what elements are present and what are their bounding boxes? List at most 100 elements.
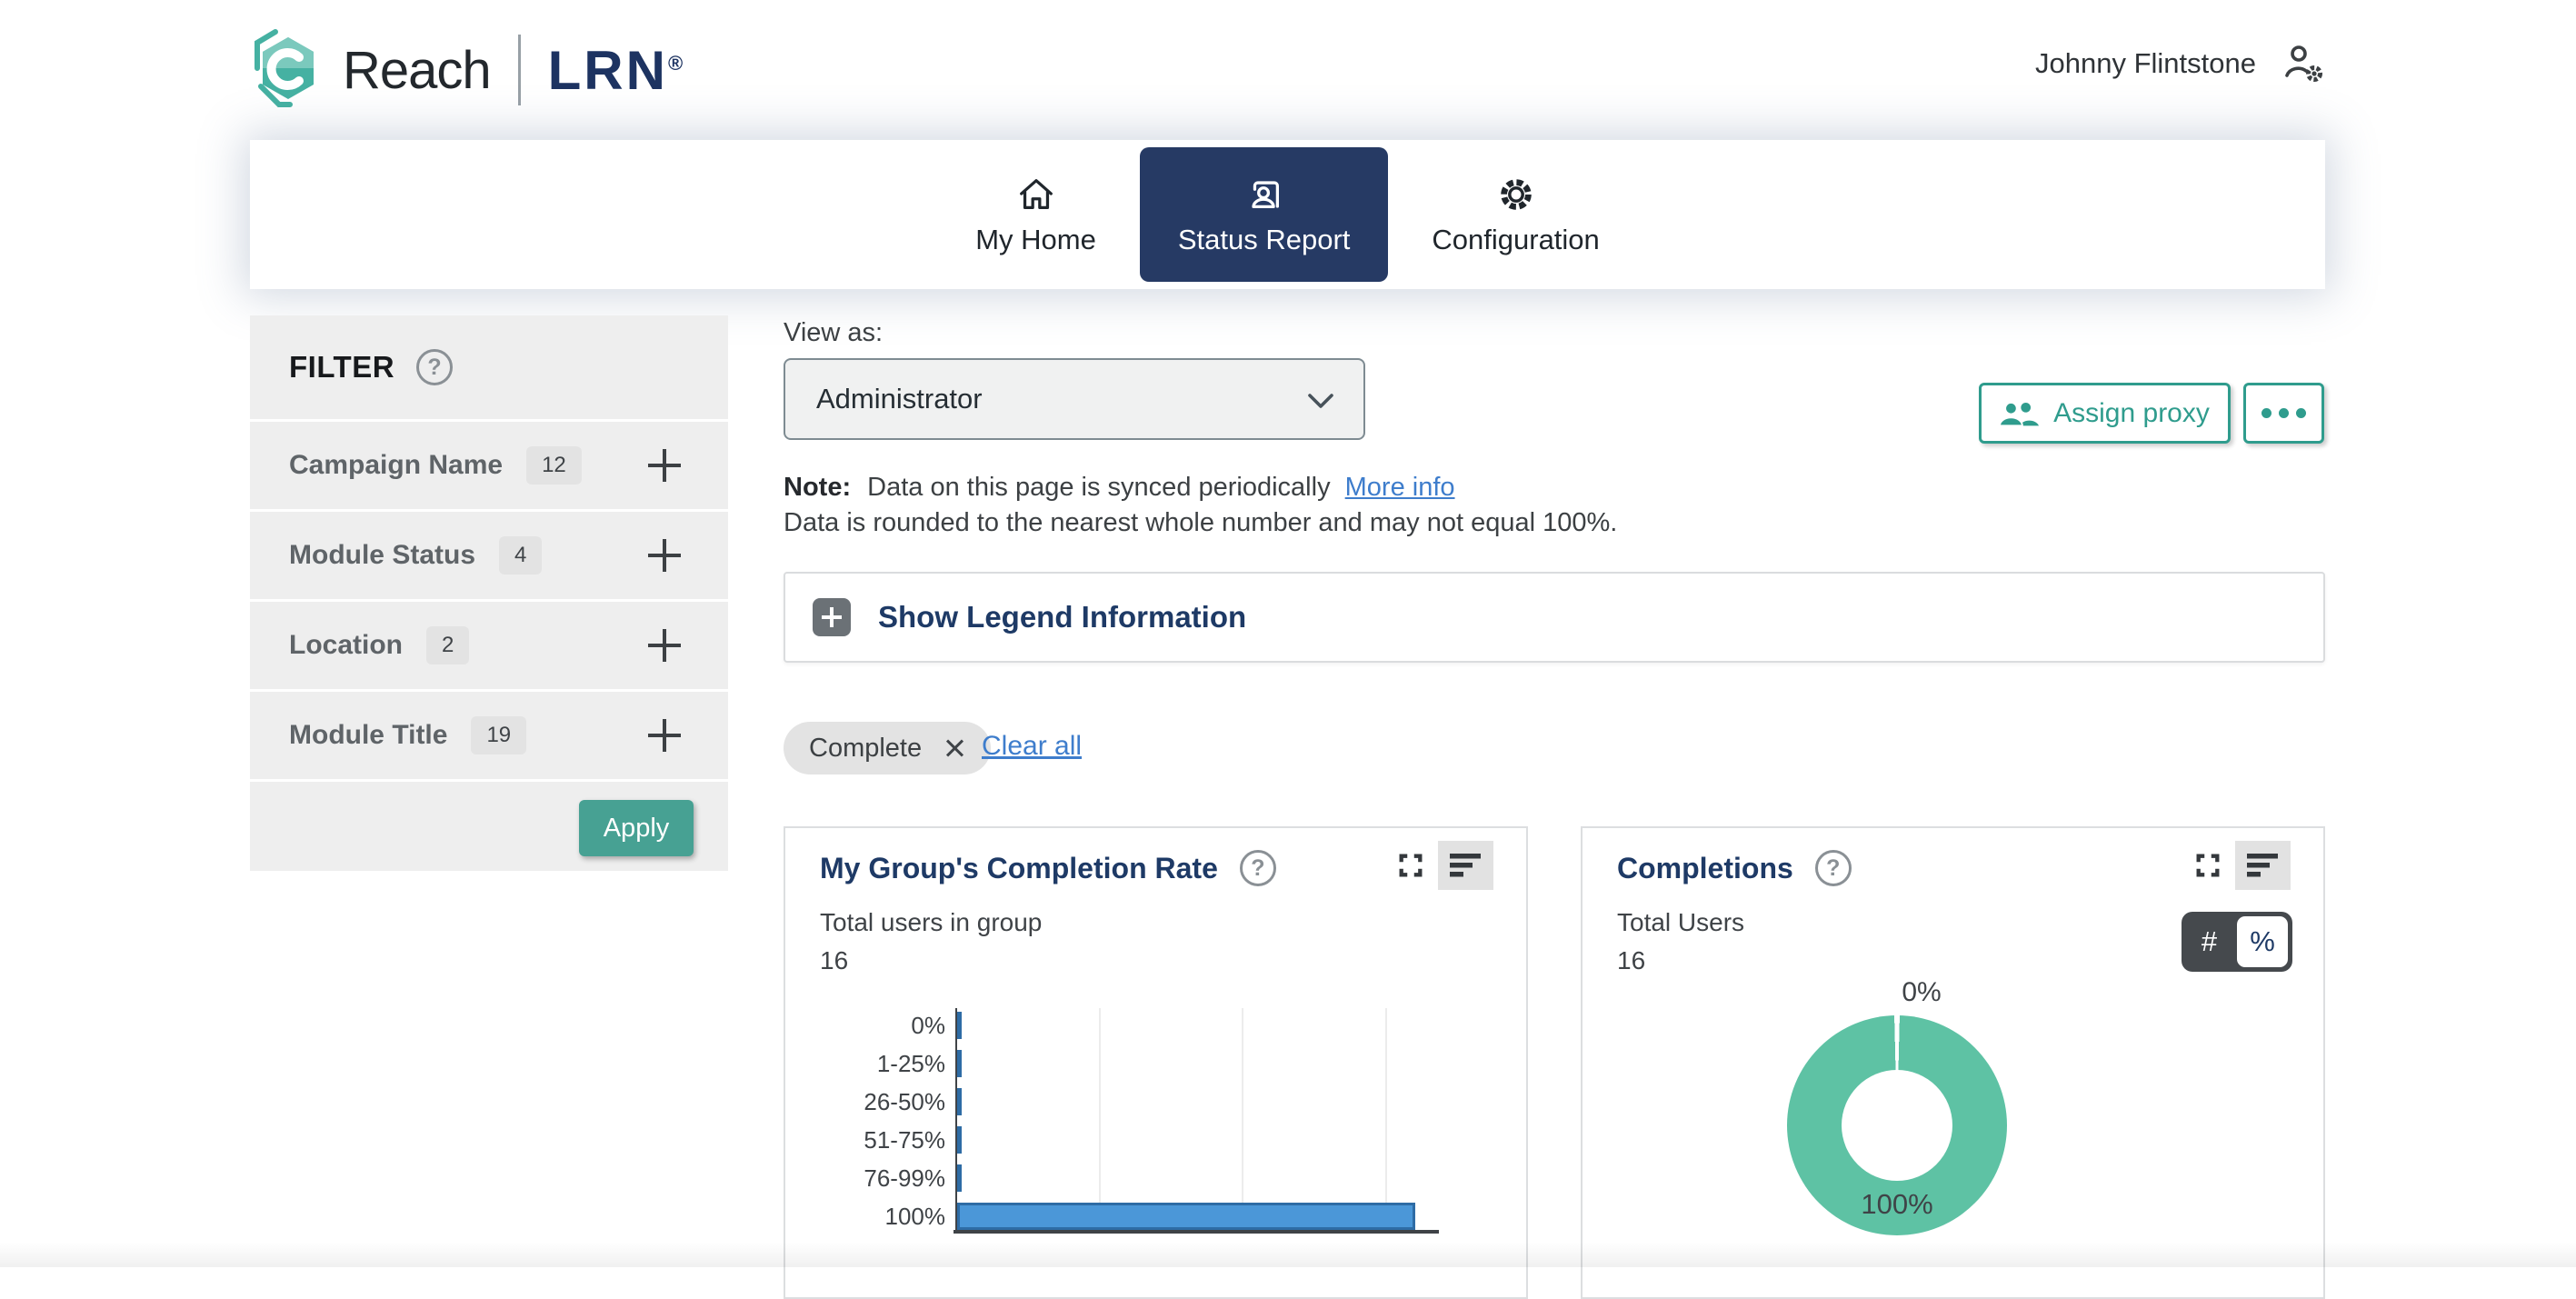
assign-proxy-button[interactable]: Assign proxy xyxy=(1979,383,2231,444)
people-icon xyxy=(2000,398,2040,429)
card-title: My Group's Completion Rate xyxy=(820,852,1218,885)
company-name: LRN xyxy=(548,40,668,101)
donut-label-hundred: 100% xyxy=(1829,1188,1965,1221)
gear-icon xyxy=(1495,174,1537,215)
reach-hexagon-icon xyxy=(246,25,330,115)
help-icon[interactable]: ? xyxy=(1240,850,1276,886)
chip-label: Complete xyxy=(809,734,922,764)
filter-row-campaign-name[interactable]: Campaign Name 12 xyxy=(250,419,728,509)
fullscreen-view-button[interactable] xyxy=(1383,841,1438,890)
app-header: Reach LRN® Johnny Flintstone xyxy=(0,0,2576,140)
filter-title: FILTER xyxy=(289,350,394,385)
card-header: Completions ? xyxy=(1617,850,1852,886)
chevron-down-icon xyxy=(1307,393,1334,410)
bar-category-label: 0% xyxy=(820,1006,945,1044)
note-prefix: Note: xyxy=(784,473,851,502)
view-mode-control xyxy=(2180,841,2291,890)
expand-plus-icon[interactable] xyxy=(648,449,681,482)
group-completion-card: My Group's Completion Rate ? Total users… xyxy=(784,826,1528,1299)
expand-plus-square-icon[interactable] xyxy=(813,598,851,636)
percent-mode-button[interactable]: % xyxy=(2237,916,2288,967)
list-bars-icon xyxy=(1450,852,1483,879)
total-users-value: 16 xyxy=(820,946,848,975)
fullscreen-icon xyxy=(1397,852,1424,879)
sync-note: Note: Data on this page is synced period… xyxy=(784,473,1455,503)
bar-zero-stub xyxy=(957,1012,962,1039)
count-badge: 19 xyxy=(471,716,526,754)
clear-all-link[interactable]: Clear all xyxy=(982,731,1082,762)
more-info-link[interactable]: More info xyxy=(1345,473,1455,502)
number-mode-button[interactable]: # xyxy=(2182,912,2237,972)
tab-label: Status Report xyxy=(1178,224,1351,256)
total-users-label: Total Users xyxy=(1617,908,1744,937)
filter-row-module-status[interactable]: Module Status 4 xyxy=(250,509,728,599)
count-badge: 12 xyxy=(526,446,582,485)
more-options-button[interactable] xyxy=(2243,383,2324,444)
help-icon[interactable]: ? xyxy=(1815,850,1852,886)
note-text: Data on this page is synced periodically xyxy=(867,473,1330,502)
ellipsis-icon xyxy=(2261,408,2271,418)
bar-row: 51-75% xyxy=(820,1121,1497,1159)
brand-divider xyxy=(518,35,521,105)
main-nav: My Home Status Report Configuration xyxy=(250,140,2325,289)
bar-category-label: 26-50% xyxy=(820,1083,945,1121)
filter-label: Location xyxy=(289,630,403,661)
list-bars-icon xyxy=(2247,852,2280,879)
filter-label: Module Status xyxy=(289,540,475,571)
apply-row: Apply xyxy=(250,779,728,871)
total-users-value: 16 xyxy=(1617,946,1645,975)
rounding-note: Data is rounded to the nearest whole num… xyxy=(784,508,1617,538)
filter-label: Module Title xyxy=(289,720,447,751)
filter-label: Campaign Name xyxy=(289,450,503,481)
bar-row: 26-50% xyxy=(820,1083,1497,1121)
view-as-value: Administrator xyxy=(816,383,983,415)
filter-row-location[interactable]: Location 2 xyxy=(250,599,728,689)
filter-header: FILTER ? xyxy=(250,315,728,419)
tab-label: Configuration xyxy=(1432,224,1599,256)
apply-button[interactable]: Apply xyxy=(579,800,694,856)
tab-my-home[interactable]: My Home xyxy=(937,147,1134,282)
registered-mark: ® xyxy=(668,52,685,75)
bar-category-label: 1-25% xyxy=(820,1044,945,1083)
view-as-dropdown[interactable]: Administrator xyxy=(784,358,1365,440)
donut-label-zero: 0% xyxy=(1853,977,1990,1008)
bar-row: 76-99% xyxy=(820,1159,1497,1197)
show-legend-label: Show Legend Information xyxy=(878,600,1246,635)
chip-remove-icon[interactable] xyxy=(944,737,965,759)
bar-row: 1-25% xyxy=(820,1044,1497,1083)
total-users-label: Total users in group xyxy=(820,908,1042,937)
user-name: Johnny Flintstone xyxy=(2035,47,2256,80)
tab-status-report[interactable]: Status Report xyxy=(1140,147,1389,282)
filter-chip-complete[interactable]: Complete xyxy=(784,722,991,774)
filter-sidebar: FILTER ? Campaign Name 12 Module Status … xyxy=(250,315,728,871)
filter-row-module-title[interactable]: Module Title 19 xyxy=(250,689,728,779)
completion-rate-bar-chart: 0%1-25%26-50%51-75%76-99%100% xyxy=(820,1006,1497,1243)
view-as-label: View as: xyxy=(784,318,883,348)
brand-logo: Reach LRN® xyxy=(246,22,685,118)
card-title: Completions xyxy=(1617,852,1793,885)
product-name: Reach xyxy=(343,40,491,101)
show-legend-expander[interactable]: Show Legend Information xyxy=(784,572,2325,663)
bar-category-label: 51-75% xyxy=(820,1121,945,1159)
fullscreen-icon xyxy=(2194,852,2222,879)
bar-category-label: 76-99% xyxy=(820,1159,945,1197)
bar-category-label: 100% xyxy=(820,1197,945,1235)
status-report-icon xyxy=(1243,174,1285,215)
bar-row: 0% xyxy=(820,1006,1497,1044)
help-icon[interactable]: ? xyxy=(416,349,453,385)
fullscreen-view-button[interactable] xyxy=(2180,841,2235,890)
list-view-button[interactable] xyxy=(1438,841,1493,890)
assign-proxy-label: Assign proxy xyxy=(2053,398,2210,429)
card-header: My Group's Completion Rate ? xyxy=(820,850,1276,886)
bar-zero-stub xyxy=(957,1164,962,1192)
tab-label: My Home xyxy=(975,224,1096,256)
bar-zero-stub xyxy=(957,1050,962,1077)
count-badge: 2 xyxy=(426,626,469,664)
expand-plus-icon[interactable] xyxy=(648,719,681,752)
expand-plus-icon[interactable] xyxy=(648,629,681,662)
expand-plus-icon[interactable] xyxy=(648,539,681,572)
number-percent-toggle: # % xyxy=(2182,912,2292,972)
manage-account-icon[interactable] xyxy=(2281,42,2325,85)
tab-configuration[interactable]: Configuration xyxy=(1393,147,1637,282)
list-view-button[interactable] xyxy=(2235,841,2291,890)
